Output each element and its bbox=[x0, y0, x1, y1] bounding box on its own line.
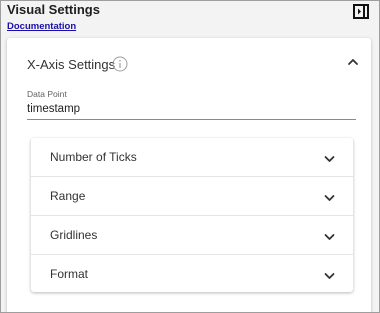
chevron-up-icon[interactable] bbox=[347, 57, 359, 67]
panel-title: Visual Settings bbox=[7, 2, 100, 17]
panel-collapse-icon[interactable] bbox=[353, 4, 369, 19]
chevron-down-icon bbox=[324, 195, 335, 201]
accordion-label: Gridlines bbox=[50, 228, 98, 242]
visual-settings-panel: Visual Settings Documentation X-Axis Set… bbox=[0, 0, 380, 313]
accordion-range[interactable]: Range bbox=[31, 177, 353, 216]
x-axis-subsections: Number of Ticks Range Gridlines Format bbox=[31, 138, 353, 292]
accordion-format[interactable]: Format bbox=[31, 255, 353, 293]
chevron-down-icon bbox=[324, 156, 335, 162]
accordion-label: Format bbox=[50, 267, 89, 281]
x-axis-settings-card: X-Axis Settings Data Point Number of Tic… bbox=[7, 38, 371, 312]
accordion-label: Number of Ticks bbox=[50, 150, 137, 164]
x-axis-settings-title[interactable]: X-Axis Settings bbox=[27, 57, 115, 72]
chevron-down-icon bbox=[324, 273, 335, 279]
accordion-gridlines[interactable]: Gridlines bbox=[31, 216, 353, 255]
data-point-input[interactable] bbox=[27, 99, 356, 120]
chevron-down-icon bbox=[324, 234, 335, 240]
info-icon[interactable] bbox=[112, 56, 128, 72]
accordion-number-of-ticks[interactable]: Number of Ticks bbox=[31, 138, 353, 177]
data-point-label: Data Point bbox=[27, 89, 67, 99]
documentation-link[interactable]: Documentation bbox=[7, 21, 76, 32]
accordion-label: Range bbox=[50, 189, 86, 203]
